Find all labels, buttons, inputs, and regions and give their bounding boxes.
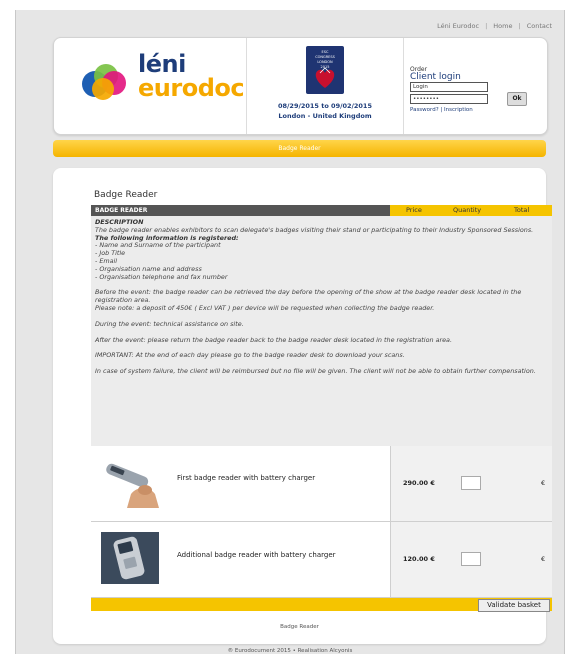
copyright-text: ® Eurodocument 2015 • Realisation Alcyon… [227, 648, 353, 654]
event-location: London - United Kingdom [278, 112, 372, 120]
top-link-eurodoc[interactable]: Léni Eurodoc [437, 22, 479, 30]
important-text: IMPORTANT: At the end of each day please… [95, 351, 405, 360]
during-event-text: During the event: technical assistance o… [95, 319, 244, 328]
login-links: Password? | Inscription [410, 107, 473, 113]
validate-basket-button[interactable]: Validate basket [478, 599, 550, 612]
password-field[interactable]: •••••••• [410, 94, 488, 104]
login-panel: Order Client login Login •••••••• Ok Pas… [410, 38, 540, 134]
login-link-separator: | [440, 107, 443, 113]
table-footer: Validate basket [91, 598, 552, 612]
table-row: Additional badge reader with battery cha… [91, 522, 552, 598]
top-link-home[interactable]: Home [493, 22, 512, 30]
registered-item: - Organisation telephone and fax number [95, 272, 228, 281]
event-date: 08/29/2015 to 09/02/2015 [278, 102, 372, 110]
nav-item-badge-reader[interactable]: Badge Reader [53, 140, 546, 157]
congress-logo: ESC CONGRESS LONDON 2015 [306, 46, 344, 94]
product-total: € [541, 479, 546, 487]
site-logo[interactable]: léni eurodoc [54, 38, 246, 134]
page-frame: Léni Eurodoc | Home | Contact léni eurodoc E… [15, 10, 565, 654]
product-name: Additional badge reader with battery cha… [177, 551, 336, 559]
site-header: léni eurodoc ESC CONGRESS LONDON 2015 08… [53, 37, 548, 135]
product-description: DESCRIPTION The badge reader enables exh… [91, 216, 552, 446]
login-ok-button[interactable]: Ok [507, 92, 527, 106]
badge-reader-image [101, 532, 159, 584]
deposit-note: Please note: a deposit of 450€ ( Excl VA… [95, 303, 435, 312]
badge-reader-image [106, 463, 159, 508]
product-price: 120.00 € [403, 555, 435, 563]
product-total: € [541, 555, 546, 563]
top-link-contact[interactable]: Contact [527, 22, 552, 30]
nav-bar: Badge Reader [53, 140, 546, 157]
registered-item: - Name and Surname of the participant [95, 241, 221, 250]
quantity-input[interactable] [461, 552, 481, 566]
product-table: BADGE READER Price Quantity Total DESCRI… [91, 205, 552, 612]
table-header: BADGE READER Price Quantity Total [91, 205, 552, 216]
content-footer-label: Badge Reader [280, 624, 319, 630]
top-link-separator: | [485, 22, 488, 30]
failure-text: In case of system failure, the client wi… [95, 367, 536, 376]
heart-crest-icon [315, 67, 335, 88]
inscription-link[interactable]: Inscription [444, 107, 473, 113]
logo-text-eurodoc: eurodoc [138, 74, 245, 102]
quantity-input[interactable] [461, 476, 481, 490]
after-event-text: After the event: please return the badge… [95, 335, 452, 344]
description-heading: DESCRIPTION [95, 218, 144, 226]
password-link[interactable]: Password? [410, 107, 439, 113]
column-header-price: Price [406, 206, 422, 214]
login-field[interactable]: Login [410, 82, 488, 92]
client-login-title: Client login [410, 72, 461, 82]
column-header-quantity: Quantity [453, 206, 482, 214]
event-info: ESC CONGRESS LONDON 2015 08/29/2015 to 0… [246, 38, 404, 134]
table-row: First badge reader with battery charger … [91, 446, 552, 522]
top-link-separator: | [518, 22, 521, 30]
registered-item: - Job Title [95, 249, 126, 258]
price-header-group: Price Quantity Total [390, 205, 552, 216]
top-links: Léni Eurodoc | Home | Contact [437, 22, 552, 30]
main-content: Badge Reader BADGE READER Price Quantity… [53, 168, 552, 644]
logo-orange-circle [92, 78, 114, 100]
column-header-product: BADGE READER [91, 205, 390, 216]
column-header-total: Total [514, 206, 530, 214]
before-event-text: Before the event: the badge reader can b… [95, 288, 522, 305]
product-price: 290.00 € [403, 479, 435, 487]
page-title: Badge Reader [94, 190, 158, 200]
product-name: First badge reader with battery charger [177, 474, 316, 482]
registered-heading: The following information is registered: [95, 233, 239, 242]
